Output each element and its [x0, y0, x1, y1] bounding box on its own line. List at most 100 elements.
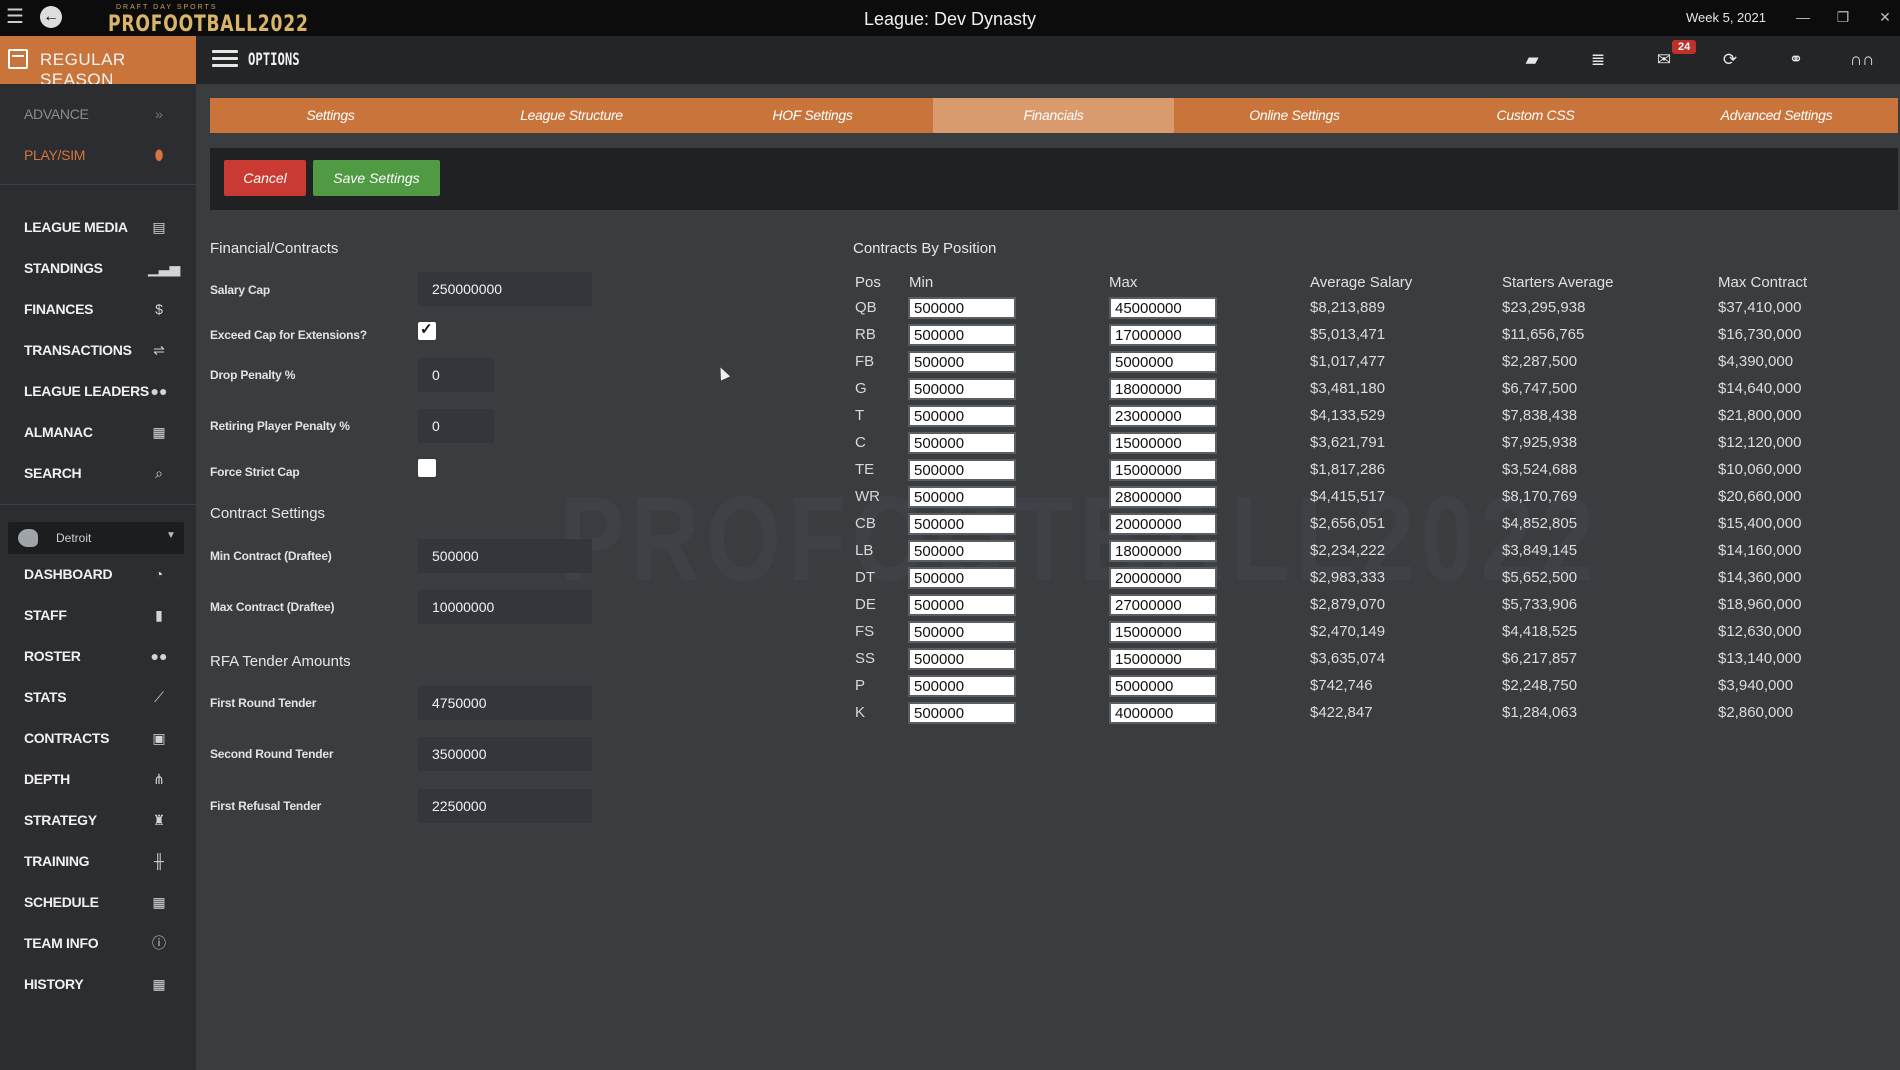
sidebar-item-roster[interactable]: ROSTER ●● [0, 638, 196, 674]
max-contract-input[interactable] [1109, 648, 1217, 670]
tab-settings[interactable]: Settings [210, 98, 451, 133]
min-contract-input[interactable] [908, 405, 1016, 427]
max-contract-input[interactable] [1109, 702, 1217, 724]
sidebar-item-advance[interactable]: ADVANCE » [0, 96, 196, 132]
sidebar-item-finances[interactable]: FINANCES $ [0, 291, 196, 327]
min-contract-input[interactable] [908, 486, 1016, 508]
briefcase-icon[interactable]: ▰ [1520, 48, 1544, 72]
max-contract-cell: $21,800,000 [1718, 407, 1802, 424]
max-contract-input[interactable] [1109, 405, 1217, 427]
team-dropdown[interactable]: Detroit ▼ [8, 522, 184, 554]
sidebar-item-league-leaders[interactable]: LEAGUE LEADERS ●● [0, 373, 196, 409]
regular-season-button[interactable]: REGULAR SEASON [0, 36, 196, 89]
tab-advanced-settings[interactable]: Advanced Settings [1656, 98, 1897, 133]
restore-icon[interactable]: ❐ [1832, 6, 1854, 28]
sidebar-item-stats[interactable]: STATS ⟋ [0, 679, 196, 715]
exceed-cap-checkbox[interactable] [418, 320, 436, 340]
sidebar-item-label: ALMANAC [24, 424, 93, 440]
sidebar-item-training[interactable]: TRAINING ╫ [0, 843, 196, 879]
tab-financials[interactable]: Financials [933, 98, 1174, 133]
max-contract-input[interactable] [1109, 540, 1217, 562]
info-icon: ⓘ [152, 935, 166, 951]
back-arrow-icon[interactable]: ← [40, 6, 62, 28]
column-header-max-contract: Max Contract [1718, 274, 1808, 291]
sidebar-item-league-media[interactable]: LEAGUE MEDIA ▤ [0, 209, 196, 245]
sidebar-item-staff[interactable]: STAFF ▮ [0, 597, 196, 633]
max-contract-input[interactable] [1109, 432, 1217, 454]
min-contract-input[interactable] [908, 324, 1016, 346]
binoculars-icon[interactable]: ∩∩ [1850, 48, 1874, 72]
max-contract-input[interactable] [1109, 567, 1217, 589]
average-salary-cell: $3,635,074 [1310, 650, 1386, 667]
save-settings-button[interactable]: Save Settings [313, 160, 440, 196]
sidebar-item-playsim[interactable]: PLAY/SIM ⬮ [0, 137, 196, 173]
min-contract-input[interactable] [908, 540, 1016, 562]
max-contract-input[interactable] [1109, 351, 1217, 373]
sidebar-item-transactions[interactable]: TRANSACTIONS ⇌ [0, 332, 196, 368]
min-contract-input[interactable] [908, 378, 1016, 400]
min-contract-input[interactable] [908, 702, 1016, 724]
top-toolbar: REGULAR SEASON OPTIONS ▰ ≣ ✉ 24 ⟳ ⚭ ∩∩ [0, 36, 1900, 89]
max-contract-input[interactable] [1109, 513, 1217, 535]
min-contract-input[interactable] [908, 513, 1016, 535]
max-contract-input[interactable] [1109, 675, 1217, 697]
sidebar-item-team-info[interactable]: TEAM INFO ⓘ [0, 925, 196, 961]
close-icon[interactable]: ✕ [1874, 6, 1896, 28]
starters-average-cell: $1,284,063 [1502, 704, 1578, 721]
max-contract-input[interactable] [1109, 459, 1217, 481]
min-contract-input[interactable] [908, 297, 1016, 319]
position-cell: G [855, 380, 867, 397]
starters-average-cell: $7,838,438 [1502, 407, 1578, 424]
min-contract-input[interactable] [908, 594, 1016, 616]
sidebar-item-contracts[interactable]: CONTRACTS ▣ [0, 720, 196, 756]
force-strict-cap-checkbox[interactable] [418, 459, 436, 477]
position-cell: DT [855, 569, 875, 586]
minimize-icon[interactable]: — [1792, 6, 1814, 28]
sidebar-item-standings[interactable]: STANDINGS ▁▃▅ [0, 250, 196, 286]
salary-cap-input[interactable] [418, 272, 592, 306]
max-contract-input[interactable] [1109, 486, 1217, 508]
min-contract-input[interactable] [908, 432, 1016, 454]
max-contract-input[interactable] [1109, 378, 1217, 400]
first-round-tender-input[interactable] [418, 686, 592, 720]
average-salary-cell: $4,415,517 [1310, 488, 1386, 505]
sidebar-item-search[interactable]: SEARCH ⌕ [0, 455, 196, 491]
sidebar-item-history[interactable]: HISTORY ▦ [0, 966, 196, 1002]
cancel-button[interactable]: Cancel [224, 160, 306, 196]
sidebar-item-label: STATS [24, 689, 67, 705]
max-contract-input[interactable] [1109, 297, 1217, 319]
sidebar-item-strategy[interactable]: STRATEGY ♜ [0, 802, 196, 838]
min-contract-input[interactable] [908, 567, 1016, 589]
hamburger-menu-icon[interactable]: ☰ [6, 6, 28, 28]
first-refusal-tender-input[interactable] [418, 789, 592, 823]
position-cell: SS [855, 650, 876, 667]
tab-hof-settings[interactable]: HOF Settings [692, 98, 933, 133]
average-salary-cell: $2,656,051 [1310, 515, 1386, 532]
drop-penalty-input[interactable] [418, 358, 494, 392]
chess-icon: ♜ [152, 812, 166, 828]
min-contract-input[interactable] [908, 675, 1016, 697]
max-contract-input[interactable] [418, 590, 592, 624]
sidebar-item-dashboard[interactable]: DASHBOARD ◔ [0, 556, 196, 592]
handshake-icon[interactable]: ⚭ [1784, 48, 1808, 72]
refresh-icon[interactable]: ⟳ [1718, 48, 1742, 72]
min-contract-input[interactable] [418, 539, 592, 573]
min-contract-input[interactable] [908, 621, 1016, 643]
sidebar-item-almanac[interactable]: ALMANAC ▦ [0, 414, 196, 450]
database-icon[interactable]: ≣ [1586, 48, 1610, 72]
tab-custom-css[interactable]: Custom CSS [1415, 98, 1656, 133]
min-contract-input[interactable] [908, 351, 1016, 373]
min-contract-input[interactable] [908, 459, 1016, 481]
retiring-penalty-input[interactable] [418, 409, 494, 443]
second-round-tender-input[interactable] [418, 737, 592, 771]
tab-online-settings[interactable]: Online Settings [1174, 98, 1415, 133]
sidebar-item-depth[interactable]: DEPTH ⋔ [0, 761, 196, 797]
sidebar-item-schedule[interactable]: SCHEDULE ▦ [0, 884, 196, 920]
max-contract-input[interactable] [1109, 594, 1217, 616]
max-contract-cell: $2,860,000 [1718, 704, 1794, 721]
max-contract-input[interactable] [1109, 621, 1217, 643]
min-contract-input[interactable] [908, 648, 1016, 670]
column-header-starters-average: Starters Average [1502, 274, 1614, 291]
max-contract-input[interactable] [1109, 324, 1217, 346]
tab-league-structure[interactable]: League Structure [451, 98, 692, 133]
